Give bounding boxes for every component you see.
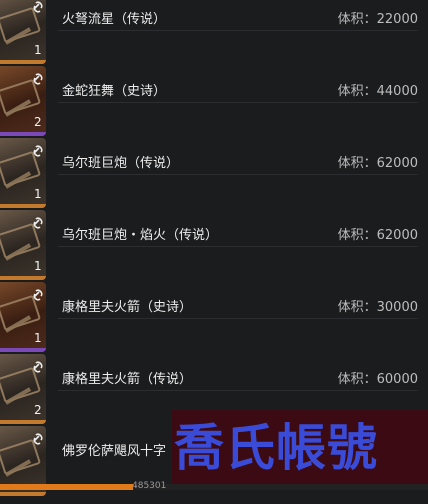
- list-item[interactable]: 1 乌尔班巨炮・焰火（传说） 体积：62000: [0, 210, 428, 288]
- row-divider: [58, 174, 418, 175]
- link-icon: [33, 289, 43, 301]
- link-icon: [33, 73, 43, 85]
- row-divider: [58, 246, 418, 247]
- item-name: 康格里夫火箭（传说）: [62, 372, 193, 387]
- item-count: 2: [34, 403, 42, 417]
- item-count: 1: [34, 259, 42, 273]
- item-volume: 体积：62000: [337, 228, 418, 243]
- item-volume: 体积：44000: [337, 84, 418, 99]
- link-icon: [33, 1, 43, 13]
- item-count: 1: [34, 331, 42, 345]
- capacity-progress-bar: [0, 484, 428, 490]
- item-name: 康格里夫火箭（史诗）: [62, 300, 193, 315]
- link-icon: [33, 217, 43, 229]
- list-item[interactable]: 1 火弩流星（传说） 体积：22000: [0, 0, 428, 72]
- row-divider: [58, 30, 418, 31]
- row-divider: [58, 318, 418, 319]
- link-icon: [33, 361, 43, 373]
- item-name: 乌尔班巨炮（传说）: [62, 156, 180, 171]
- list-item[interactable]: 2 金蛇狂舞（史诗） 体积：44000: [0, 66, 428, 144]
- item-count: 1: [34, 187, 42, 201]
- item-volume: 体积：60000: [337, 372, 418, 387]
- item-volume: 体积：30000: [337, 300, 418, 315]
- item-volume: 体积：22000: [337, 12, 418, 27]
- item-name: 乌尔班巨炮・焰火（传说）: [62, 228, 219, 243]
- progress-fill: [0, 484, 133, 490]
- item-volume: 体积：62000: [337, 156, 418, 171]
- item-count: 2: [34, 115, 42, 129]
- row-divider: [58, 390, 418, 391]
- item-name: 火弩流星（传说）: [62, 12, 167, 27]
- link-icon: [33, 145, 43, 157]
- list-item[interactable]: 1 乌尔班巨炮（传说） 体积：62000: [0, 138, 428, 216]
- row-divider: [58, 102, 418, 103]
- watermark: 喬氏帳號: [172, 410, 428, 490]
- watermark-text: 喬氏帳號: [174, 419, 378, 477]
- list-item[interactable]: 1 康格里夫火箭（史诗） 体积：30000: [0, 282, 428, 360]
- link-icon: [33, 433, 43, 445]
- item-name: 金蛇狂舞（史诗）: [62, 84, 167, 99]
- item-count: 1: [34, 43, 42, 57]
- item-name: 佛罗伦萨飓风十字: [62, 444, 167, 459]
